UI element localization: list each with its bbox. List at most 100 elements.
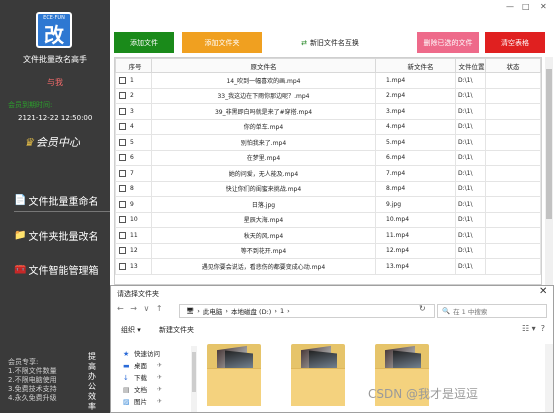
table-row[interactable]: 12 等不到花开.mp4 12.mp4 D:\1\ [115,242,541,259]
table-row[interactable]: 2 33_我这边在下雨你那边呢？.mp4 2.mp4 D:\1\ [115,87,541,104]
header-status[interactable]: 状态 [485,58,541,73]
new-name-cell: 12.mp4 [375,242,456,259]
view-options-icon[interactable]: ☷ ▾ ? [522,324,545,333]
nav-tree: ★ 快速访问 ▬ 桌面 ✈ ↓ 下载 ✈ ▤ 文档 ✈ ▨ 图片 ✈ [123,348,162,408]
location-cell: D:\1\ [455,72,486,89]
maximize-button[interactable]: □ [522,2,530,11]
logo-char: 改 [44,23,64,47]
up-icon[interactable]: ↑ [156,304,163,313]
table-row[interactable]: 1 14_吹到一幅喜欢的画.mp4 1.mp4 D:\1\ [115,72,541,89]
pin-icon: ✈ [157,362,163,369]
star-icon: ★ [123,350,130,358]
row-checkbox[interactable] [119,123,126,131]
new-name-cell: 6.mp4 [375,149,456,166]
table-row[interactable]: 11 秋天的风.mp4 11.mp4 D:\1\ [115,227,541,244]
search-input[interactable]: 🔍 在 1 中搜索 [437,304,547,318]
table-row[interactable]: 4 你的单车.mp4 4.mp4 D:\1\ [115,118,541,135]
scroll-thumb[interactable] [192,352,196,392]
row-checkbox[interactable] [119,200,126,208]
swap-names-button[interactable]: ⇄ 新旧文件名互换 [294,32,366,53]
row-checkbox[interactable] [119,169,126,177]
address-bar[interactable]: 🖥 › 此电脑 › 本地磁盘 (D:) › 1 › [179,304,435,318]
status-cell [485,227,541,244]
row-checkbox[interactable] [119,231,126,239]
vip-center-link[interactable]: ♛ 会员中心 [24,134,80,150]
content-scrollbar[interactable] [545,344,553,412]
row-checkbox[interactable] [119,247,126,255]
location-cell: D:\1\ [455,196,486,213]
row-checkbox[interactable] [119,154,126,162]
dialog-close-button[interactable]: ✕ [539,286,547,297]
row-checkbox[interactable] [119,92,126,100]
table-row[interactable]: 8 快让你们的闺蜜来挑战.mp4 8.mp4 D:\1\ [115,180,541,197]
minimize-button[interactable]: — [506,2,514,11]
row-checkbox[interactable] [119,76,126,84]
expiry-label: 会员到期时间: [8,101,53,109]
table-row[interactable]: 3 39_非黑即白吗就是来了#穿搭.mp4 3.mp4 D:\1\ [115,103,541,120]
tree-item-download[interactable]: ↓ 下载 ✈ [123,372,162,384]
header-no[interactable]: 序号 [115,58,152,73]
folder-item[interactable] [291,344,345,406]
clear-table-button[interactable]: 清空表格 [485,32,545,53]
row-number: 11 [130,231,138,239]
add-file-button[interactable]: 添加文件 [114,32,174,53]
row-number-cell: 10 [115,211,152,228]
header-new-name[interactable]: 新文件名 [375,58,456,73]
folder-item[interactable] [207,344,261,406]
forward-icon[interactable]: → [130,304,137,313]
header-original-name[interactable]: 原文件名 [151,58,376,73]
table-row[interactable]: 10 星辰大海.mp4 10.mp4 D:\1\ [115,211,541,228]
row-checkbox[interactable] [119,138,126,146]
tree-scrollbar[interactable] [191,346,197,412]
row-checkbox[interactable] [119,216,126,224]
add-folder-button[interactable]: 添加文件夹 [182,32,262,53]
row-number-cell: 11 [115,227,152,244]
new-folder-button[interactable]: 新建文件夹 [159,325,194,335]
new-name-cell: 11.mp4 [375,227,456,244]
sidebar-item-file-toolbox[interactable]: 🧰 文件智能管理箱 [14,258,110,280]
row-checkbox[interactable] [119,107,126,115]
table-header: 序号 原文件名 新文件名 文件位置 状态 [115,58,541,73]
sidebar-item-label: 文件夹批量改名 [28,231,99,243]
table-row[interactable]: 6 在梦里.mp4 6.mp4 D:\1\ [115,149,541,166]
sidebar-item-folder-rename[interactable]: 📁 文件夹批量改名 [14,224,110,246]
row-number: 8 [130,185,134,193]
folder-icon [207,368,261,406]
sidebar-item-file-rename[interactable]: 📄 文件批量重命名 [14,190,110,212]
tree-item-documents[interactable]: ▤ 文档 ✈ [123,384,162,396]
row-number: 7 [130,169,134,177]
document-icon: 📄 [14,195,27,206]
sidebar: ECE·FUN 改 文件批量改名高手 与我 会员到期时间: 2121-12-22… [0,0,110,413]
table-row[interactable]: 13 遇见你要会说话，看悲伤的都要变成心动.mp4 13.mp4 D:\1\ [115,258,541,275]
row-checkbox[interactable] [119,185,126,193]
close-button[interactable]: ✕ [540,2,547,11]
back-icon[interactable]: ← [117,304,124,313]
document-icon: ▤ [123,386,130,394]
delete-selected-button[interactable]: 删除已选的文件 [417,32,479,53]
tree-item-quick-access[interactable]: ★ 快速访问 [123,348,162,360]
refresh-icon[interactable]: ↻ [419,304,426,313]
sidebar-item-label: 文件智能管理箱 [28,265,99,277]
breadcrumb-this-pc[interactable]: 此电脑 [203,306,223,316]
original-name-cell: 快让你们的闺蜜来挑战.mp4 [151,180,376,197]
recent-dropdown-icon[interactable]: ∨ [144,304,150,313]
breadcrumb-folder[interactable]: 1 [280,307,284,315]
tree-item-pictures[interactable]: ▨ 图片 ✈ [123,396,162,408]
location-cell: D:\1\ [455,118,486,135]
status-cell [485,103,541,120]
new-name-cell: 2.mp4 [375,87,456,104]
row-number: 5 [130,138,134,146]
scroll-thumb[interactable] [546,69,552,219]
table-row[interactable]: 9 日落.jpg 9.jpg D:\1\ [115,196,541,213]
header-location[interactable]: 文件位置 [455,58,486,73]
table-row[interactable]: 7 她的问爱，无人能及.mp4 7.mp4 D:\1\ [115,165,541,182]
tree-item-desktop[interactable]: ▬ 桌面 ✈ [123,360,162,372]
row-checkbox[interactable] [119,262,126,270]
table-row[interactable]: 5 别怕我来了.mp4 5.mp4 D:\1\ [115,134,541,151]
organize-button[interactable]: 组织 ▾ [121,325,141,335]
new-name-cell: 1.mp4 [375,72,456,89]
user-name[interactable]: 与我 [0,77,110,88]
breadcrumb-drive[interactable]: 本地磁盘 (D:) [231,306,271,316]
table-scrollbar[interactable] [545,57,553,285]
row-number-cell: 5 [115,134,152,151]
